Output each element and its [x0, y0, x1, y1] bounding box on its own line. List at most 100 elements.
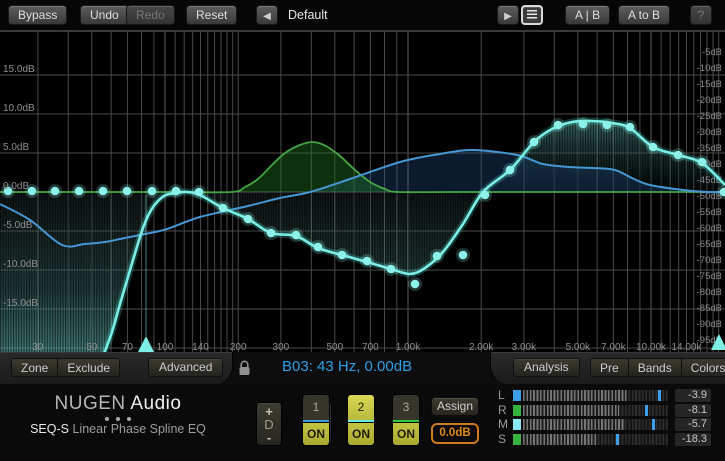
eq-canvas[interactable]: -5dB-10dB-15dB-20dB-25dB-30dB-35dB-40dB-…	[0, 32, 725, 354]
channel-on-button[interactable]: ON	[393, 422, 419, 445]
spline-node	[579, 120, 588, 129]
toolbar: Bypass Undo Redo Reset ◀ Default ▶ A | B…	[0, 0, 725, 30]
meter-label: S	[498, 434, 513, 445]
reset-button[interactable]: Reset	[186, 5, 237, 25]
gain-readout[interactable]: 0.0dB	[431, 423, 479, 444]
menu-icon	[527, 10, 537, 19]
svg-text:-85dB: -85dB	[697, 303, 722, 314]
meter-value: -8.1	[675, 404, 711, 417]
logo-dots	[105, 417, 131, 421]
meter-bar	[523, 419, 668, 430]
svg-text:-10dB: -10dB	[697, 63, 722, 74]
spline-node	[603, 121, 612, 130]
svg-text:10.0dB: 10.0dB	[3, 103, 35, 114]
meter-value: -5.7	[675, 418, 711, 431]
view-group: Pre Bands Colors	[590, 358, 725, 377]
meter-bar	[523, 390, 668, 401]
spline-node	[387, 265, 396, 274]
bottom-panel: NUGEN Audio SEQ-S Linear Phase Spline EQ…	[0, 384, 725, 461]
help-button[interactable]: ?	[690, 5, 712, 25]
meter-source-indicator	[513, 405, 521, 416]
prev-preset-button[interactable]: ◀	[256, 5, 278, 25]
product-tagline: Linear Phase Spline EQ	[72, 422, 205, 436]
spline-node	[75, 187, 84, 196]
a-to-b-button[interactable]: A to B	[618, 5, 670, 25]
spline-node	[626, 123, 635, 132]
spline-node	[244, 215, 253, 224]
channel-button-2[interactable]: 2ON	[347, 394, 375, 446]
svg-text:-10.0dB: -10.0dB	[3, 259, 38, 270]
meter-value: -3.9	[675, 389, 711, 402]
svg-text:-15dB: -15dB	[697, 79, 722, 90]
play-preset-button[interactable]: ▶	[497, 5, 519, 25]
svg-text:-20dB: -20dB	[697, 95, 722, 106]
spline-node	[172, 187, 181, 196]
left-panel: Zone Exclude Advanced	[0, 352, 233, 384]
svg-text:-35dB: -35dB	[697, 143, 722, 154]
control-bar: Zone Exclude Advanced B03: 43 Hz, 0.00dB…	[0, 352, 725, 384]
spline-node	[123, 187, 132, 196]
channel-on-button[interactable]: ON	[303, 422, 329, 445]
advanced-button[interactable]: Advanced	[148, 358, 223, 377]
meter-bar	[523, 434, 668, 445]
meter-label: R	[498, 405, 513, 416]
zone-exclude-group: Zone Exclude	[11, 358, 120, 377]
meter-row-S: S -18.3	[498, 434, 711, 445]
spline-node	[267, 229, 276, 238]
channel-number[interactable]: 2	[348, 395, 374, 420]
play-icon: ▶	[504, 8, 512, 26]
svg-text:-75dB: -75dB	[697, 271, 722, 282]
svg-text:-30dB: -30dB	[697, 127, 722, 138]
meter-row-M: M-5.7	[498, 419, 711, 430]
undo-button[interactable]: Undo	[80, 5, 129, 25]
colors-button[interactable]: Colors	[682, 359, 725, 376]
spline-node	[363, 257, 372, 266]
channel-number[interactable]: 3	[393, 395, 419, 420]
svg-text:-90dB: -90dB	[697, 319, 722, 330]
svg-text:-65dB: -65dB	[697, 239, 722, 250]
svg-text:0.0dB: 0.0dB	[3, 181, 29, 192]
spline-node	[338, 251, 347, 260]
pre-button[interactable]: Pre	[591, 359, 629, 376]
channel-button-1[interactable]: 1ON	[302, 394, 330, 446]
spline-node	[459, 251, 468, 260]
bypass-button[interactable]: Bypass	[8, 5, 67, 25]
svg-text:-80dB: -80dB	[697, 287, 722, 298]
spline-node	[292, 231, 301, 240]
svg-text:-70dB: -70dB	[697, 255, 722, 266]
delta-stepper[interactable]: + D -	[256, 402, 282, 446]
spline-node	[219, 204, 228, 213]
logo: NUGEN Audio	[18, 393, 218, 415]
svg-text:-60dB: -60dB	[697, 223, 722, 234]
ab-compare-button[interactable]: A | B	[565, 5, 610, 25]
spline-node	[506, 166, 515, 175]
product-name: SEQ-S Linear Phase Spline EQ	[18, 422, 218, 436]
bands-button[interactable]: Bands	[629, 359, 682, 376]
eq-graph[interactable]: -5dB-10dB-15dB-20dB-25dB-30dB-35dB-40dB-…	[0, 30, 725, 352]
meter-peak-marker	[645, 405, 648, 416]
product-code: SEQ-S	[30, 422, 69, 436]
analysis-button[interactable]: Analysis	[513, 358, 580, 377]
meter-bar	[523, 405, 668, 416]
preset-name[interactable]: Default	[288, 8, 328, 22]
zone-button[interactable]: Zone	[12, 359, 58, 376]
channel-number[interactable]: 1	[303, 395, 329, 420]
channel-button-3[interactable]: 3ON	[392, 394, 420, 446]
meter-label: L	[498, 390, 513, 401]
meter-peak-marker	[652, 419, 655, 430]
preset-list-button[interactable]	[521, 5, 543, 25]
spline-node	[433, 252, 442, 261]
assign-button[interactable]: Assign	[431, 397, 479, 416]
exclude-button[interactable]: Exclude	[58, 359, 119, 376]
spline-node	[411, 280, 420, 289]
lock-icon[interactable]	[238, 360, 251, 376]
meter-row-R: R -8.1	[498, 405, 711, 416]
channel-on-button[interactable]: ON	[348, 422, 374, 445]
svg-text:-15.0dB: -15.0dB	[3, 298, 38, 309]
meter-value: -18.3	[675, 433, 711, 446]
meter-source-indicator	[513, 419, 521, 430]
minus-icon[interactable]: -	[267, 431, 271, 444]
logo-nugen: NUGEN	[55, 393, 126, 414]
level-meters: L -3.9 R -8.1 M-5.7 S -18.3	[498, 390, 711, 448]
redo-button[interactable]: Redo	[126, 5, 175, 25]
